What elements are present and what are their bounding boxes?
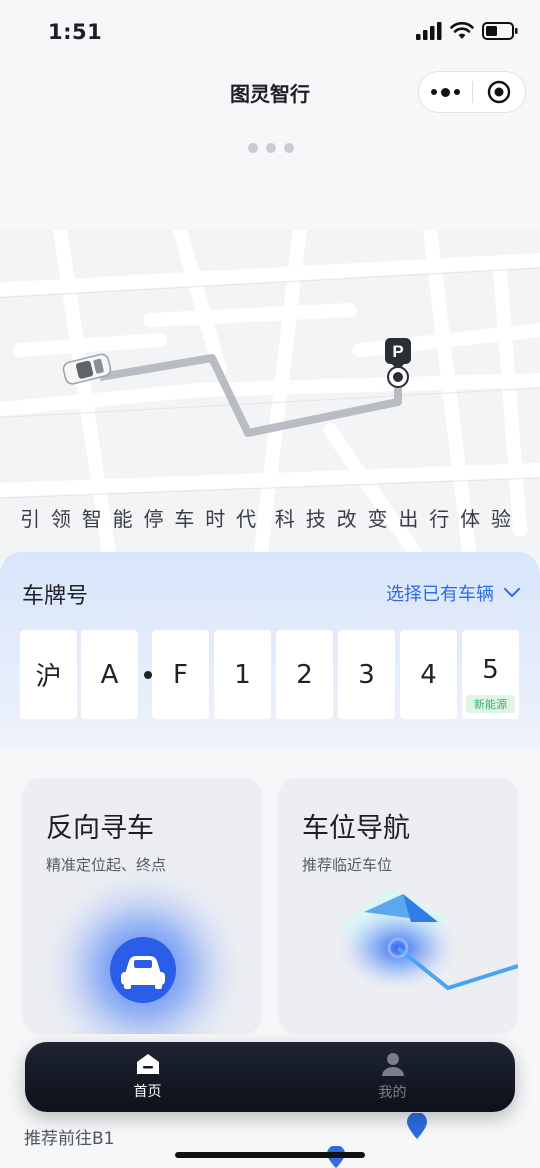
status-time: 1:51 <box>48 20 103 44</box>
slogan-char: 智 <box>81 507 111 531</box>
tab-label: 我的 <box>378 1085 407 1101</box>
plate-char[interactable]: 1 <box>214 630 271 719</box>
car-radar-icon <box>38 865 248 1034</box>
tab-mine[interactable]: 我的 <box>270 1042 515 1112</box>
ev-badge: 新能源 <box>466 695 515 713</box>
slogan-char: 代 <box>236 507 266 531</box>
slogan-char: 停 <box>143 507 173 531</box>
home-icon <box>136 1054 159 1074</box>
select-vehicle-button[interactable]: 选择已有车辆 <box>386 580 520 606</box>
plate-char[interactable]: 3 <box>338 630 395 719</box>
mini-program-capsule <box>418 71 526 113</box>
wifi-icon <box>450 22 474 39</box>
map-pin-icon <box>407 1113 427 1139</box>
slogan-char: 科 <box>274 507 304 531</box>
slogan-char: 车 <box>174 507 204 531</box>
battery-icon <box>482 22 518 40</box>
plate-char[interactable]: 2 <box>276 630 333 719</box>
slogan-char: 体 <box>460 507 490 531</box>
chevron-down-icon <box>504 588 520 598</box>
reverse-find-car-card[interactable]: 反向寻车 精准定位起、终点 <box>22 778 262 1034</box>
tab-label: 首页 <box>133 1084 162 1100</box>
slogan-char: 改 <box>336 507 366 531</box>
select-vehicle-label: 选择已有车辆 <box>386 584 494 605</box>
plate-label: 车牌号 <box>22 584 89 609</box>
slogan-char: 出 <box>398 507 428 531</box>
slogan-char: 技 <box>305 507 335 531</box>
slogan: 引 领 智 能 停 车 时 代 科 技 改 变 出 行 体 验 <box>0 503 540 532</box>
home-indicator <box>175 1152 365 1158</box>
slogan-char: 领 <box>50 507 80 531</box>
plate-char[interactable]: F <box>152 630 209 719</box>
svg-text:P: P <box>392 342 403 361</box>
plate-char-letter[interactable]: A <box>81 630 138 719</box>
parking-marker: P <box>385 338 411 388</box>
plate-char: 5 <box>482 654 499 685</box>
more-dots-icon[interactable] <box>419 72 472 112</box>
slogan-char: 能 <box>112 507 142 531</box>
car-marker <box>62 353 112 385</box>
user-icon <box>381 1053 404 1076</box>
loading-dots <box>248 143 294 153</box>
slogan-char: 引 <box>20 507 49 531</box>
slogan-char: 时 <box>205 507 235 531</box>
cellular-signal-icon <box>416 22 442 40</box>
status-icons <box>416 22 518 40</box>
plate-char-ev[interactable]: 5 新能源 <box>462 630 519 719</box>
navigation-radar-icon <box>336 888 518 992</box>
plate-char[interactable]: 4 <box>400 630 457 719</box>
status-bar: 1:51 <box>0 0 540 64</box>
target-close-icon[interactable] <box>473 72 525 112</box>
slogan-char: 变 <box>367 507 397 531</box>
slogan-char: 验 <box>491 507 520 531</box>
tab-home[interactable]: 首页 <box>25 1042 270 1112</box>
plate-separator-dot <box>144 671 152 679</box>
slogan-char: 行 <box>429 507 459 531</box>
tab-bar: 首页 我的 <box>25 1042 515 1112</box>
parking-navigation-card[interactable]: 车位导航 推荐临近车位 <box>278 778 518 1034</box>
plate-char-province[interactable]: 沪 <box>20 630 77 719</box>
recommend-floor-text: 推荐前往B1 <box>24 1129 115 1149</box>
